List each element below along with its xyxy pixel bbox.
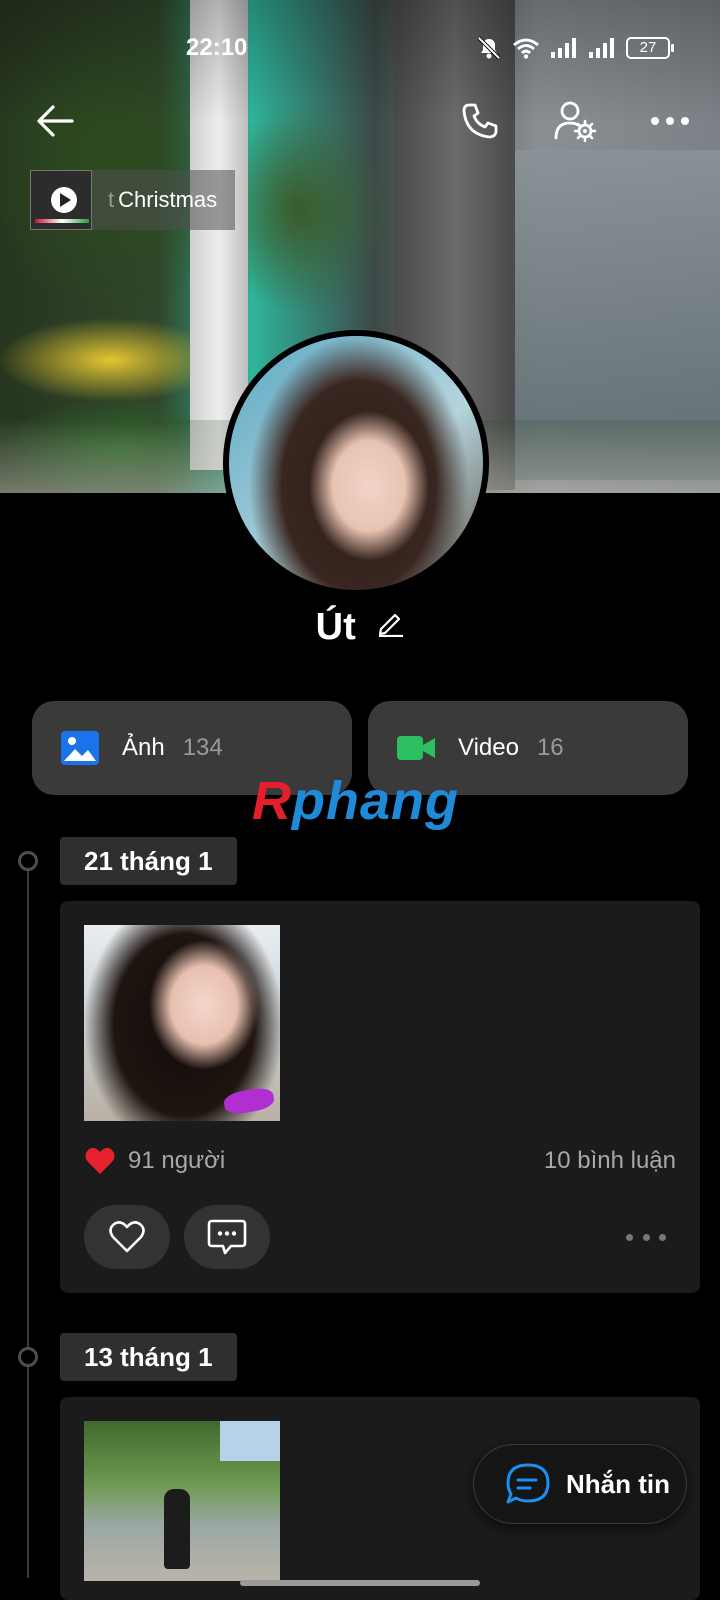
post-image[interactable] <box>84 925 280 1121</box>
post-actions <box>84 1205 676 1269</box>
call-button[interactable] <box>455 96 505 146</box>
post-card: 91 người 10 bình luận <box>60 901 700 1293</box>
music-thumbnail-stripe <box>35 219 89 223</box>
image-icon <box>61 731 99 765</box>
music-title: t Christmas <box>92 170 236 230</box>
watermark-rest: phang <box>292 771 459 831</box>
battery-icon: 27 <box>626 37 674 59</box>
profile-name: Út <box>315 606 356 648</box>
play-icon <box>51 187 77 213</box>
image-scribble <box>222 1085 276 1117</box>
videos-label: Video <box>458 734 519 761</box>
signal-icon <box>589 38 614 58</box>
profile-name-row: Út <box>0 606 720 649</box>
comments-count[interactable]: 10 bình luận <box>544 1147 676 1175</box>
comment-bubble-icon <box>207 1219 247 1255</box>
post-image[interactable] <box>84 1421 280 1581</box>
like-button[interactable] <box>84 1205 170 1269</box>
home-indicator[interactable] <box>240 1580 480 1586</box>
image-person <box>164 1489 190 1569</box>
post-reactions: 91 người 10 bình luận <box>84 1141 676 1181</box>
edit-pencil-icon[interactable] <box>376 609 404 637</box>
status-icons: 27 <box>476 36 674 60</box>
image-sky <box>220 1421 280 1461</box>
more-options-button[interactable] <box>645 96 695 146</box>
heart-outline-icon <box>109 1221 145 1253</box>
mute-bell-icon <box>477 36 501 60</box>
likes-count[interactable]: 91 người <box>128 1147 225 1175</box>
music-thumbnail <box>30 170 92 230</box>
back-arrow-icon <box>37 105 74 137</box>
video-camera-icon <box>397 736 435 760</box>
user-settings-icon <box>554 101 597 142</box>
watermark-first-letter: R <box>252 771 292 831</box>
timeline-date: 21 tháng 1 <box>60 837 237 885</box>
signal-icon <box>551 38 576 58</box>
watermark-logo: Rphang <box>252 770 459 832</box>
wifi-icon <box>513 38 539 59</box>
heart-filled-icon <box>85 1147 115 1174</box>
comment-button[interactable] <box>184 1205 270 1269</box>
photos-label: Ảnh <box>122 734 165 761</box>
dot <box>659 1233 666 1241</box>
post-more-button[interactable] <box>626 1225 666 1249</box>
music-title-text: Christmas <box>118 187 218 212</box>
music-title-fade: t <box>108 187 115 212</box>
back-button[interactable] <box>30 96 80 146</box>
timeline-line <box>27 858 29 1578</box>
dot <box>642 1233 650 1241</box>
status-time: 22:10 <box>186 34 248 61</box>
timeline-dot <box>18 1347 38 1367</box>
profile-music-chip[interactable]: t Christmas <box>30 170 250 230</box>
send-message-button[interactable]: Nhắn tin <box>473 1444 687 1524</box>
timeline-date: 13 tháng 1 <box>60 1333 237 1381</box>
profile-settings-button[interactable] <box>550 96 600 146</box>
photos-count: 134 <box>182 734 223 761</box>
chat-icon <box>506 1463 550 1504</box>
phone-icon <box>462 103 498 139</box>
timeline-dot <box>18 851 38 871</box>
status-bar: 22:10 27 <box>0 28 720 68</box>
dot <box>626 1233 633 1241</box>
avatar[interactable] <box>223 330 489 596</box>
videos-count: 16 <box>536 734 564 761</box>
send-message-label: Nhắn tin <box>566 1468 670 1499</box>
more-dots-icon <box>651 117 689 125</box>
